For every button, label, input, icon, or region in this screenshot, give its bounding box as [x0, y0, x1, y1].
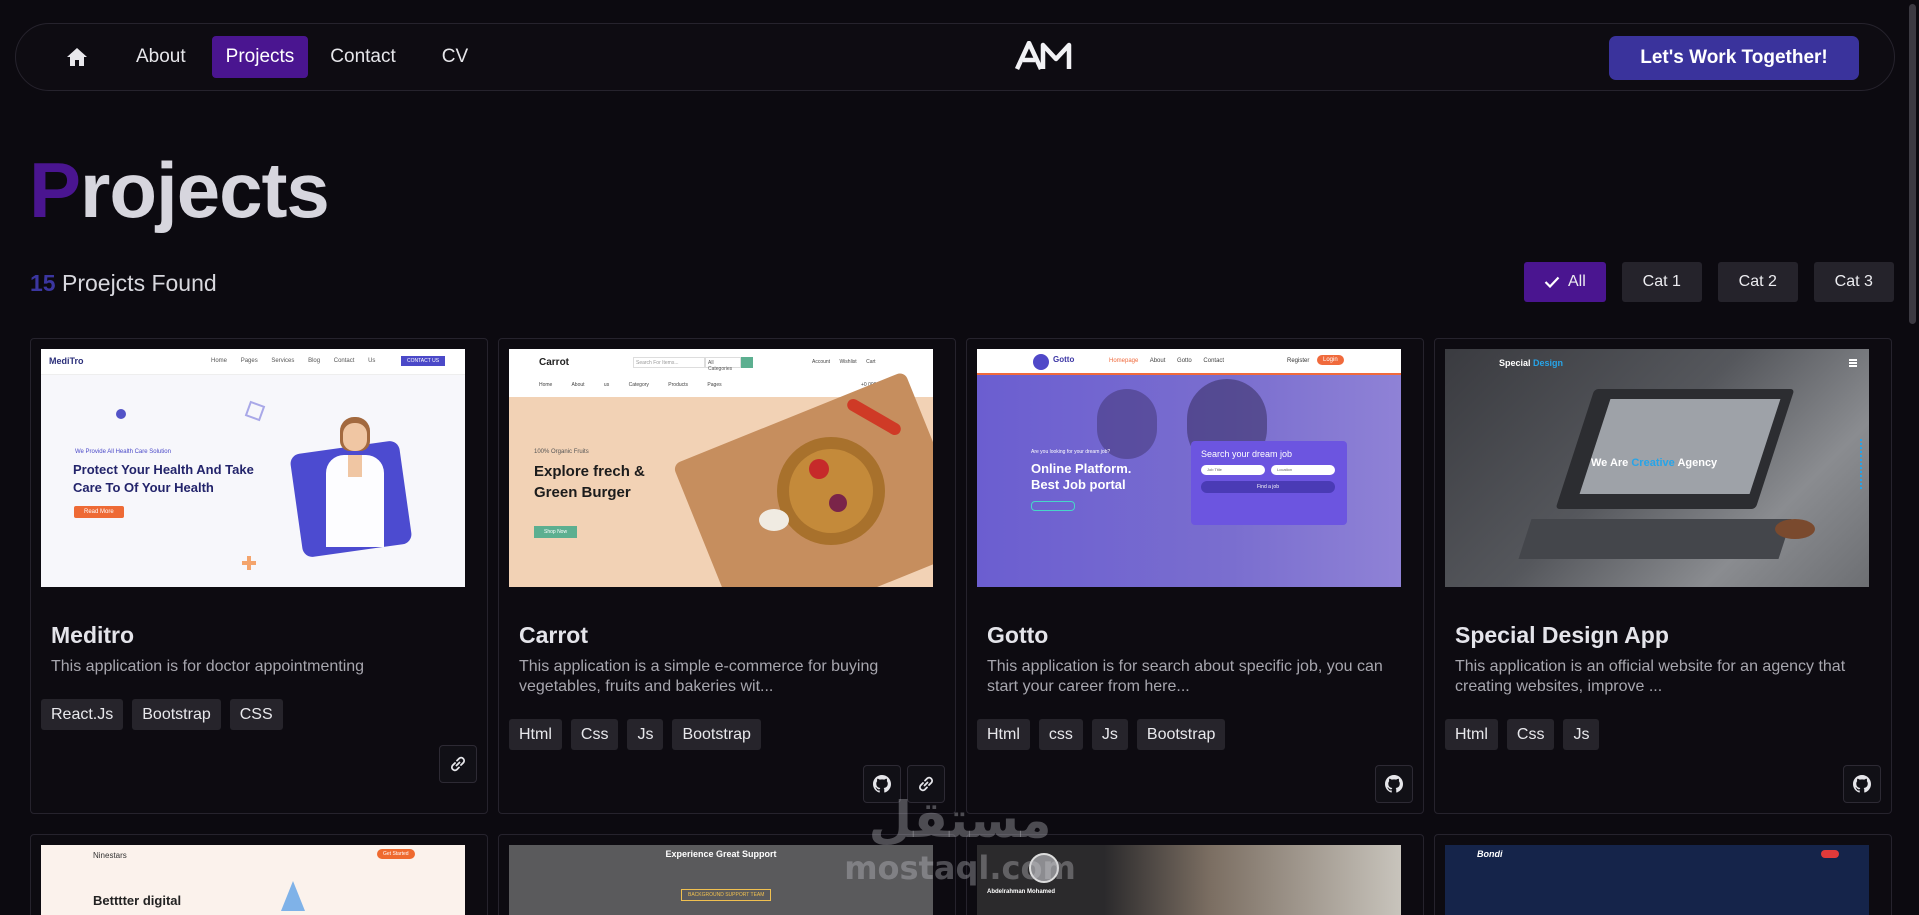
project-card-gotto[interactable]: Gotto Homepage About Gotto Contact Regis…: [966, 338, 1424, 814]
project-actions: [1375, 765, 1413, 803]
project-tags: Html css Js Bootstrap: [977, 719, 1226, 750]
projects-found: 15 Proejcts Found: [30, 270, 217, 297]
tag[interactable]: Bootstrap: [672, 719, 761, 750]
logo-mark: [1015, 41, 1072, 70]
scrollbar-thumb[interactable]: [1909, 4, 1916, 324]
github-button[interactable]: [1843, 765, 1881, 803]
project-tags: Html Css Js Bootstrap: [509, 719, 761, 750]
project-thumbnail[interactable]: Special Design We Are Creative Agency: [1445, 349, 1869, 587]
filter-label: All: [1568, 273, 1586, 290]
project-thumbnail[interactable]: Carrot Search For Items... All Categorie…: [509, 349, 933, 587]
project-description: This application is for search about spe…: [987, 658, 1383, 695]
nav-link-projects[interactable]: Projects: [211, 36, 309, 78]
tag[interactable]: Js: [627, 719, 664, 750]
project-thumbnail[interactable]: MediTro Home Pages Services Blog Contact…: [41, 349, 465, 587]
page-title: Projects: [29, 146, 330, 234]
tag[interactable]: Html: [977, 719, 1030, 750]
tag[interactable]: CSS: [229, 699, 283, 730]
link-icon: [451, 756, 465, 772]
nav-link-about[interactable]: About: [122, 36, 200, 78]
project-title: Carrot: [519, 622, 589, 648]
watermark: مستقل mostaql.com: [840, 790, 1080, 900]
project-tags: React.Js Bootstrap CSS: [41, 699, 283, 730]
nav-link-cv[interactable]: CV: [428, 36, 482, 78]
tag[interactable]: Css: [1506, 719, 1555, 750]
project-description: This application is an official website …: [1455, 658, 1846, 695]
project-description: This application is for doctor appointme…: [51, 658, 365, 675]
tag[interactable]: Js: [1091, 719, 1128, 750]
project-thumbnail[interactable]: Ninestars Get Started Betttter digital: [41, 845, 465, 915]
tag[interactable]: Js: [1563, 719, 1600, 750]
category-filters: All Cat 1 Cat 2 Cat 3: [1524, 262, 1894, 302]
project-tags: Html Css Js: [1445, 719, 1600, 750]
project-actions: [1843, 765, 1881, 803]
project-card-special-design[interactable]: Special Design We Are Creative Agency Sp…: [1434, 338, 1892, 814]
project-thumbnail[interactable]: Gotto Homepage About Gotto Contact Regis…: [977, 349, 1401, 587]
project-card-carrot[interactable]: Carrot Search For Items... All Categorie…: [498, 338, 956, 814]
live-link-button[interactable]: [439, 745, 477, 783]
tag[interactable]: Html: [1445, 719, 1498, 750]
watermark-latin: mostaql.com: [844, 849, 1076, 887]
tag[interactable]: css: [1038, 719, 1083, 750]
tag[interactable]: Css: [570, 719, 619, 750]
filter-cat2-button[interactable]: Cat 2: [1717, 262, 1798, 302]
github-icon: [1385, 775, 1403, 793]
projects-count: 15: [30, 270, 56, 296]
filter-all-button[interactable]: All: [1524, 262, 1606, 302]
projects-found-label: Proejcts Found: [61, 270, 217, 296]
project-title: Special Design App: [1455, 622, 1669, 648]
watermark-arabic: مستقل: [868, 791, 1052, 849]
top-navbar: About Projects Contact CV Let's Work Tog…: [15, 23, 1895, 91]
work-together-button[interactable]: Let's Work Together!: [1609, 36, 1859, 80]
project-card-ninestars[interactable]: Ninestars Get Started Betttter digital: [30, 834, 488, 915]
filter-cat3-button[interactable]: Cat 3: [1813, 262, 1894, 302]
github-button[interactable]: [1375, 765, 1413, 803]
home-icon[interactable]: [64, 44, 90, 70]
project-card-meditro[interactable]: MediTro Home Pages Services Blog Contact…: [30, 338, 488, 814]
tag[interactable]: React.Js: [41, 699, 124, 730]
project-card-bondi[interactable]: Bondi: [1434, 834, 1892, 915]
github-icon: [1853, 775, 1871, 793]
nav-links: About Projects Contact CV: [64, 24, 482, 90]
project-description: This application is a simple e-commerce …: [519, 658, 879, 695]
project-title: Meditro: [51, 622, 135, 648]
check-icon: [1544, 276, 1560, 288]
nav-link-contact[interactable]: Contact: [316, 36, 409, 78]
logo[interactable]: [1006, 34, 1090, 78]
scrollbar[interactable]: [1906, 0, 1919, 915]
tag[interactable]: Html: [509, 719, 562, 750]
project-thumbnail[interactable]: Bondi: [1445, 845, 1869, 915]
filter-cat1-button[interactable]: Cat 1: [1621, 262, 1702, 302]
tag[interactable]: Bootstrap: [1136, 719, 1226, 750]
project-actions: [439, 745, 477, 783]
project-title: Gotto: [987, 622, 1049, 648]
tag[interactable]: Bootstrap: [132, 699, 221, 730]
